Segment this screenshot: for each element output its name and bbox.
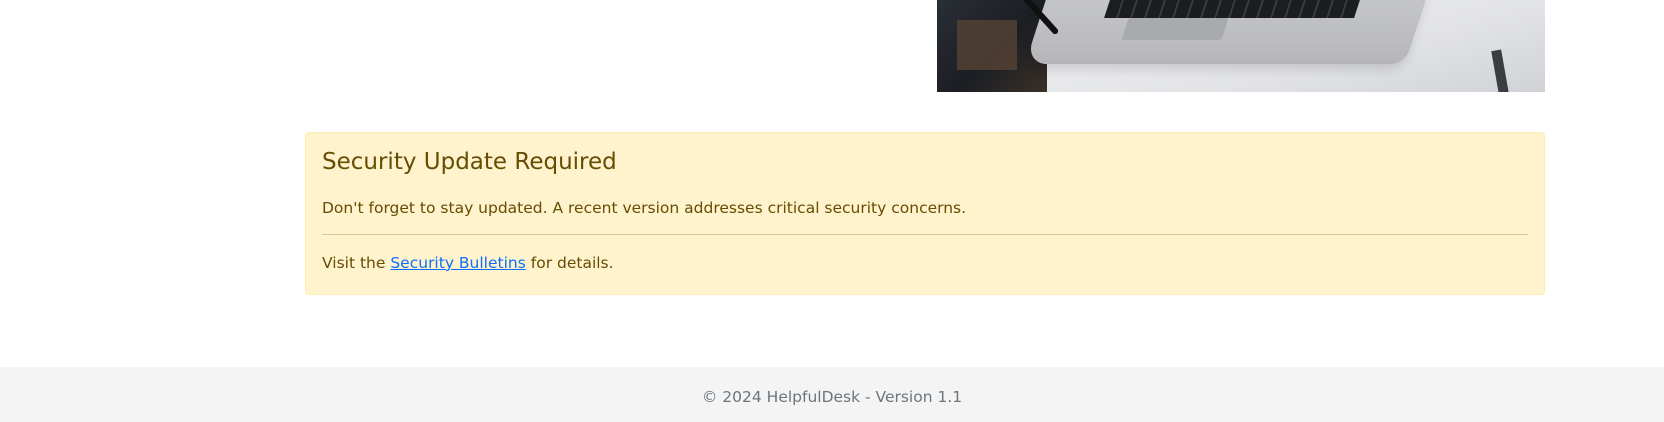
alert-footer-text: Visit the Security Bulletins for details… xyxy=(322,252,1528,275)
security-bulletins-link[interactable]: Security Bulletins xyxy=(390,254,525,272)
alert-message: Don't forget to stay updated. A recent v… xyxy=(322,198,967,217)
security-alert: Security Update Required Don't forget to… xyxy=(305,132,1545,295)
laptop-desk-image xyxy=(937,0,1545,92)
image-wood-detail xyxy=(957,20,1017,70)
alert-divider xyxy=(322,233,1528,235)
laptop-keyboard xyxy=(1104,0,1360,18)
site-footer: © 2024 HelpfulDesk - Version 1.1 xyxy=(0,367,1664,422)
alert-footer-suffix: for details. xyxy=(530,253,614,272)
alert-footer-prefix: Visit the xyxy=(322,253,386,272)
alert-heading: Security Update Required xyxy=(322,149,617,175)
copyright-text: © 2024 HelpfulDesk - Version 1.1 xyxy=(701,388,963,406)
laptop-trackpad xyxy=(1121,18,1229,40)
page: Security Update Required Don't forget to… xyxy=(0,0,1664,422)
